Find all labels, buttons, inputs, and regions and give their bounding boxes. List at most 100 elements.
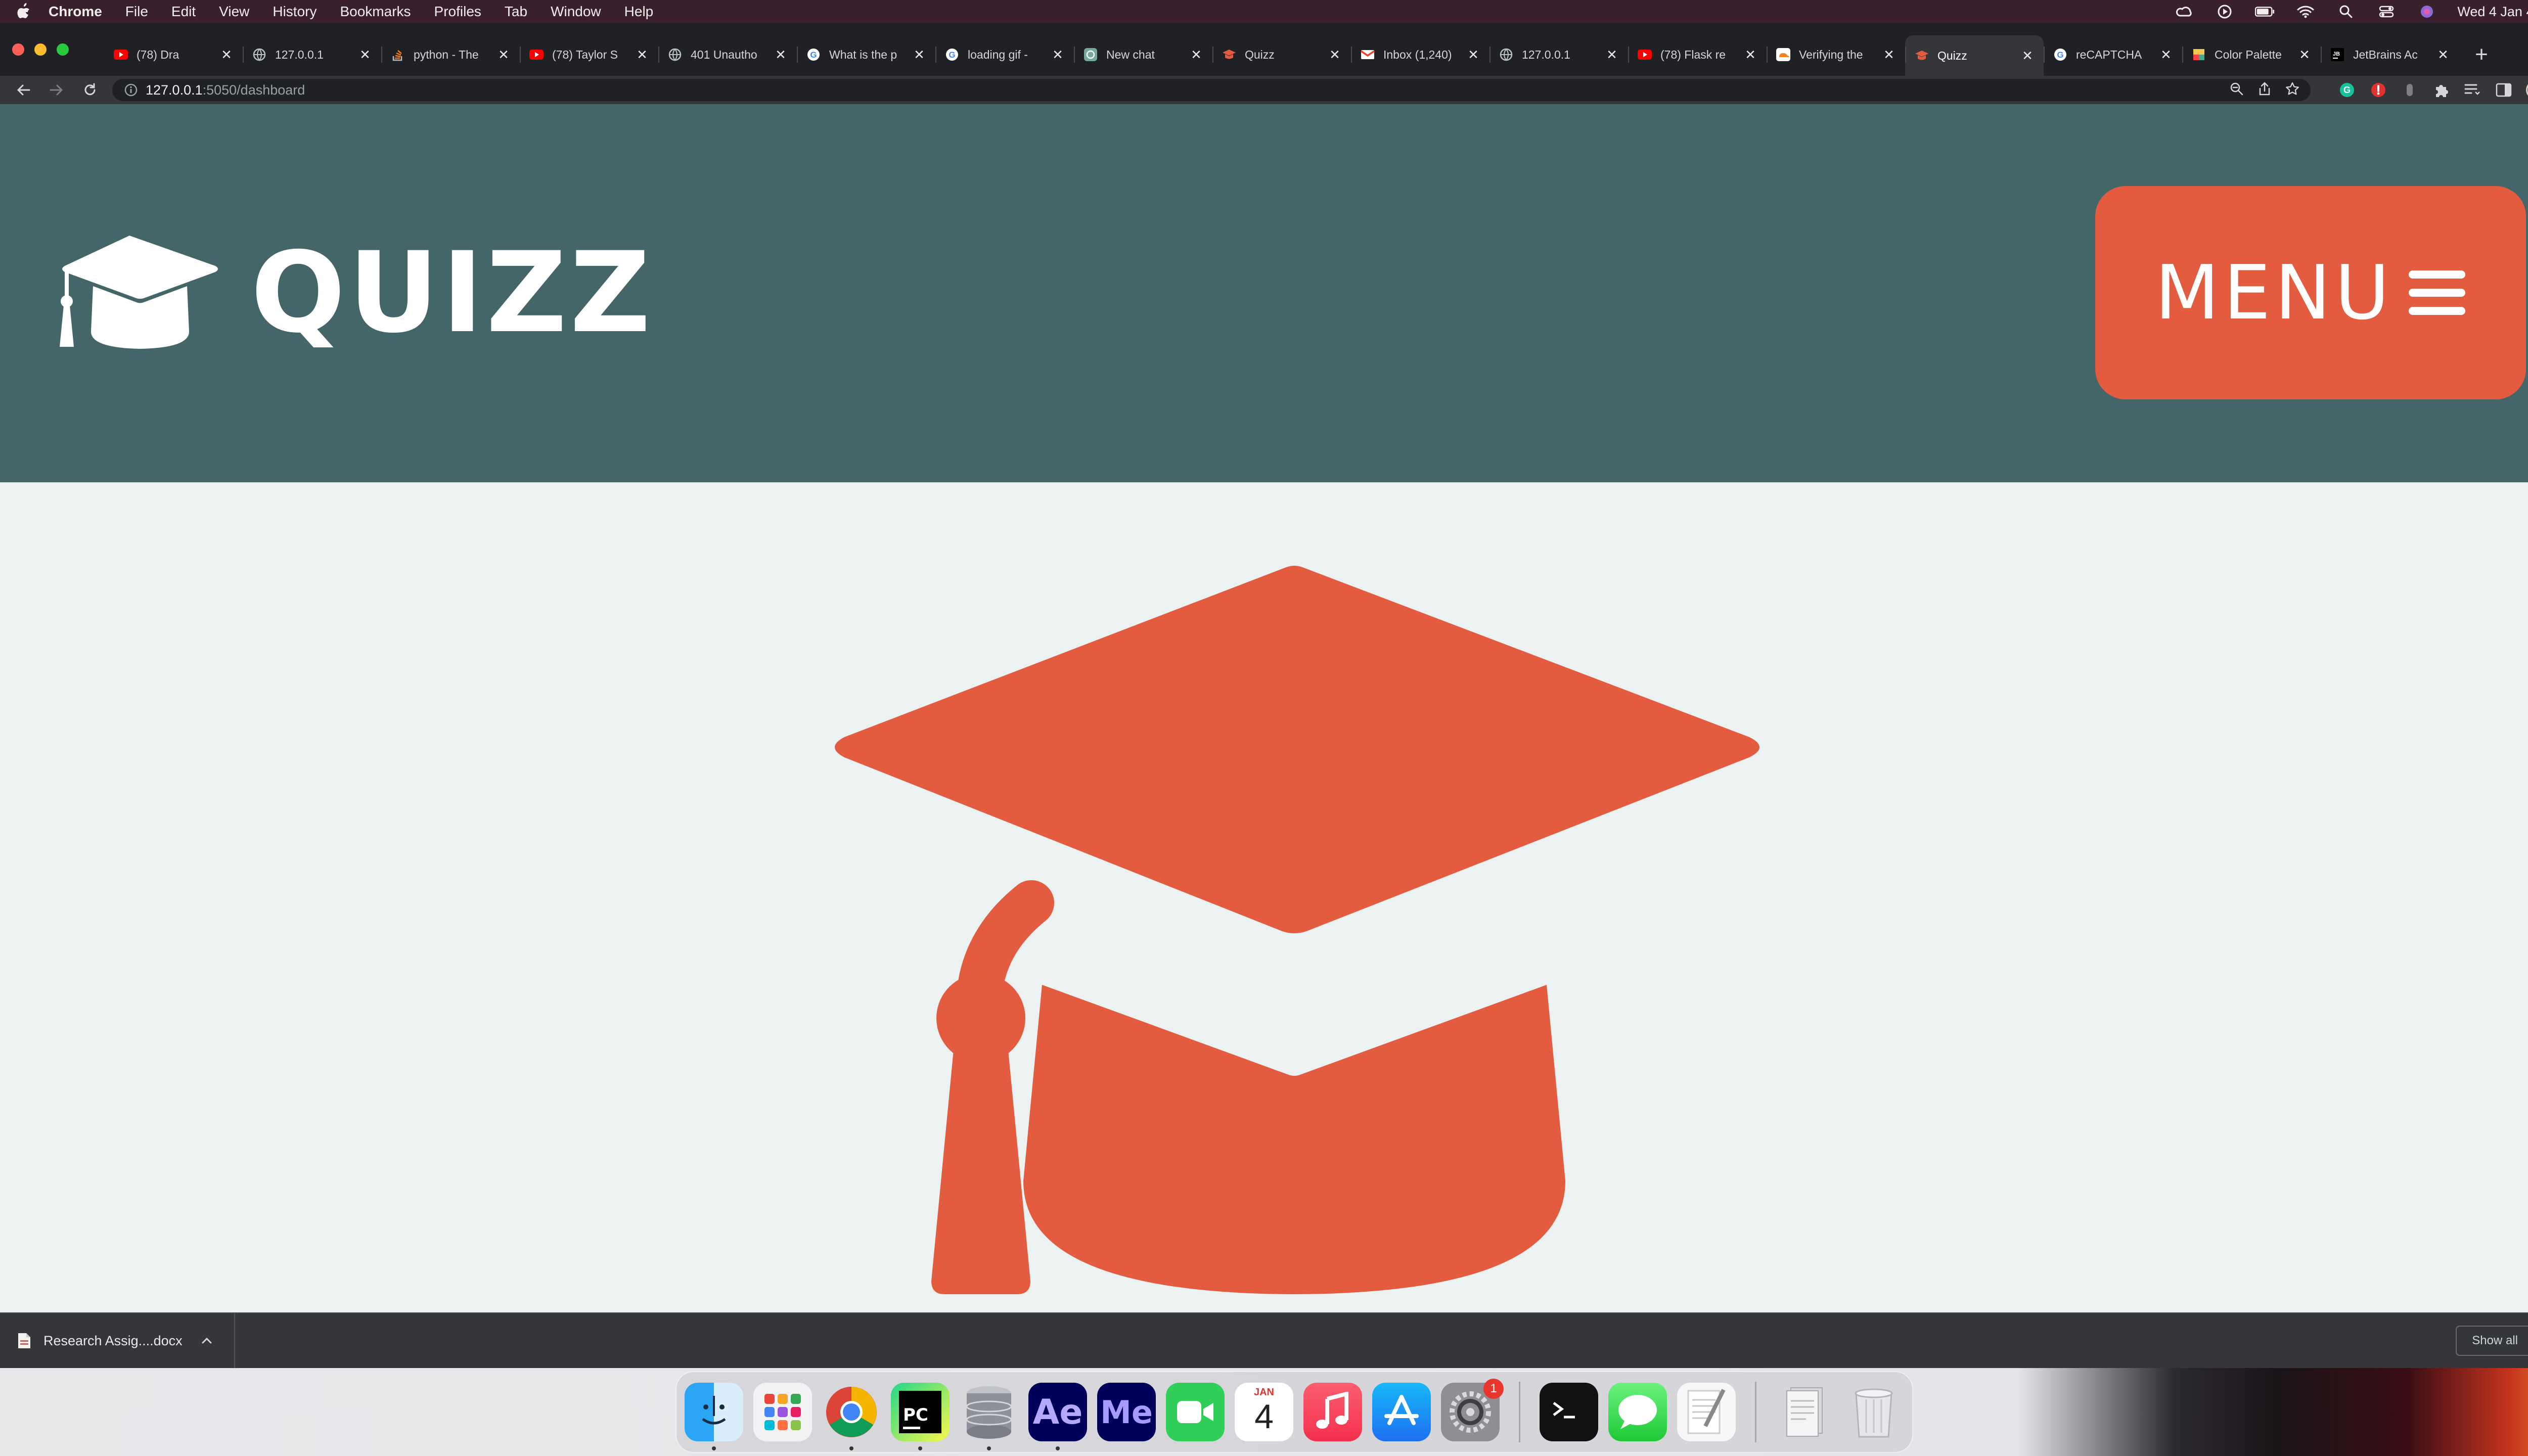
dock-terminal[interactable] bbox=[1540, 1383, 1598, 1441]
close-tab-icon[interactable]: ✕ bbox=[1328, 47, 1342, 62]
close-tab-icon[interactable]: ✕ bbox=[1605, 47, 1619, 62]
tab[interactable]: JB JetBrains Ac ✕ bbox=[2321, 35, 2459, 74]
tab[interactable]: GreCAPTCHA ✕ bbox=[2044, 35, 2182, 74]
tab[interactable]: 401 Unautho ✕ bbox=[658, 35, 797, 74]
tab[interactable]: (78) Dra ✕ bbox=[104, 35, 243, 74]
red-extension-icon[interactable] bbox=[2368, 80, 2388, 100]
battery-icon[interactable] bbox=[2255, 2, 2275, 22]
tab[interactable]: 127.0.0.1 ✕ bbox=[1489, 35, 1628, 74]
spotlight-search-icon[interactable] bbox=[2336, 2, 2356, 22]
close-tab-icon[interactable]: ✕ bbox=[2159, 47, 2173, 62]
apple-logo-icon[interactable] bbox=[13, 2, 33, 22]
menu-bookmarks[interactable]: Bookmarks bbox=[340, 4, 411, 20]
tab[interactable]: Inbox (1,240) ✕ bbox=[1351, 35, 1489, 74]
macos-menu-bar: Chrome File Edit View History Bookmarks … bbox=[0, 0, 2528, 23]
menu-app-name[interactable]: Chrome bbox=[49, 4, 102, 20]
maximize-window-button[interactable] bbox=[57, 43, 69, 56]
close-tab-icon[interactable]: ✕ bbox=[219, 47, 234, 62]
close-tab-icon[interactable]: ✕ bbox=[496, 47, 511, 62]
side-panel-icon[interactable] bbox=[2494, 80, 2514, 100]
menu-view[interactable]: View bbox=[219, 4, 249, 20]
tab[interactable]: python - The ✕ bbox=[381, 35, 520, 74]
download-item[interactable]: Research Assig....docx bbox=[17, 1313, 235, 1369]
reading-list-icon[interactable] bbox=[2462, 80, 2482, 100]
menu-help[interactable]: Help bbox=[624, 4, 654, 20]
close-tab-icon[interactable]: ✕ bbox=[1466, 47, 1480, 62]
menu-button[interactable]: MENU bbox=[2095, 186, 2526, 399]
close-tab-icon[interactable]: ✕ bbox=[1189, 47, 1203, 62]
menu-edit[interactable]: Edit bbox=[171, 4, 196, 20]
creative-cloud-icon[interactable] bbox=[2174, 2, 2194, 22]
screen-record-icon[interactable] bbox=[2215, 2, 2235, 22]
facetime-camera-icon bbox=[1177, 1401, 1213, 1423]
share-icon[interactable] bbox=[2258, 81, 2271, 99]
address-bar[interactable]: 127.0.0.1 :5050/dashboard bbox=[112, 79, 2311, 101]
chevron-up-icon[interactable] bbox=[200, 1334, 214, 1348]
dock-calendar[interactable]: JAN 4 bbox=[1235, 1383, 1293, 1441]
tab[interactable]: New chat ✕ bbox=[1074, 35, 1212, 74]
menu-history[interactable]: History bbox=[273, 4, 317, 20]
menu-file[interactable]: File bbox=[125, 4, 148, 20]
close-tab-icon[interactable]: ✕ bbox=[1051, 47, 1065, 62]
dock-messages[interactable] bbox=[1608, 1383, 1667, 1441]
close-tab-icon[interactable]: ✕ bbox=[2297, 47, 2312, 62]
dock-system-settings[interactable]: 1 bbox=[1441, 1379, 1504, 1441]
tab[interactable]: 127.0.0.1 ✕ bbox=[243, 35, 381, 74]
dock-chrome[interactable] bbox=[822, 1383, 881, 1450]
chrome-logo-icon bbox=[826, 1387, 877, 1437]
dock-music[interactable] bbox=[1303, 1383, 1362, 1441]
close-tab-icon[interactable]: ✕ bbox=[774, 47, 788, 62]
dock-facetime[interactable] bbox=[1166, 1383, 1225, 1441]
grammarly-extension-icon[interactable]: G bbox=[2337, 80, 2357, 100]
siri-icon[interactable] bbox=[2417, 2, 2437, 22]
menu-profiles[interactable]: Profiles bbox=[434, 4, 481, 20]
close-tab-icon[interactable]: ✕ bbox=[358, 47, 372, 62]
dock-textedit[interactable] bbox=[1677, 1383, 1736, 1441]
menu-window[interactable]: Window bbox=[551, 4, 601, 20]
dock-media-encoder[interactable]: Me bbox=[1097, 1383, 1156, 1441]
wifi-icon[interactable] bbox=[2295, 2, 2316, 22]
back-button[interactable] bbox=[12, 79, 34, 101]
tab[interactable]: Quizz ✕ bbox=[1212, 35, 1351, 74]
dim-extension-icon[interactable] bbox=[2400, 80, 2420, 100]
site-logo-link[interactable]: QUIZZ bbox=[60, 235, 654, 351]
site-info-icon[interactable] bbox=[123, 82, 139, 98]
close-tab-icon[interactable]: ✕ bbox=[2436, 47, 2450, 62]
reload-button[interactable] bbox=[79, 79, 101, 101]
extensions-puzzle-icon[interactable] bbox=[2431, 80, 2451, 100]
close-tab-icon[interactable]: ✕ bbox=[2020, 48, 2035, 63]
dock-trash[interactable] bbox=[1844, 1383, 1903, 1441]
tab[interactable]: (78) Flask re ✕ bbox=[1628, 35, 1767, 74]
close-tab-icon[interactable]: ✕ bbox=[635, 47, 649, 62]
control-center-icon[interactable] bbox=[2376, 2, 2397, 22]
globe-icon bbox=[667, 47, 683, 62]
tab[interactable]: Gloading gif - ✕ bbox=[935, 35, 1074, 74]
dock-document-viewer[interactable] bbox=[1776, 1383, 1834, 1441]
forward-button[interactable] bbox=[46, 79, 68, 101]
new-tab-button[interactable]: + bbox=[2466, 35, 2497, 74]
dock-pycharm[interactable]: PC bbox=[891, 1383, 950, 1450]
tab[interactable]: G What is the p ✕ bbox=[797, 35, 935, 74]
tab[interactable]: Color Palette ✕ bbox=[2182, 35, 2321, 74]
pycharm-logo-icon: PC bbox=[899, 1391, 941, 1433]
tab[interactable]: (78) Taylor S ✕ bbox=[520, 35, 658, 74]
close-tab-icon[interactable]: ✕ bbox=[912, 47, 926, 62]
tab-title: New chat bbox=[1106, 48, 1155, 61]
dock-finder[interactable] bbox=[685, 1383, 743, 1450]
dock-after-effects[interactable]: Ae bbox=[1028, 1383, 1087, 1450]
minimize-window-button[interactable] bbox=[34, 43, 47, 56]
dock-app-store[interactable] bbox=[1372, 1383, 1431, 1441]
zoom-icon[interactable] bbox=[2230, 82, 2244, 99]
tab-active[interactable]: Quizz ✕ bbox=[1905, 35, 2044, 76]
menubar-clock[interactable]: Wed 4 Jan 4:51 pm bbox=[2457, 4, 2528, 20]
tab[interactable]: Verifying the ✕ bbox=[1767, 35, 1905, 74]
menu-tab[interactable]: Tab bbox=[505, 4, 527, 20]
dock-launchpad[interactable] bbox=[753, 1383, 812, 1441]
show-all-downloads-button[interactable]: Show all bbox=[2456, 1326, 2528, 1356]
dock-database[interactable] bbox=[960, 1383, 1018, 1450]
close-tab-icon[interactable]: ✕ bbox=[1882, 47, 1896, 62]
profile-avatar[interactable] bbox=[2525, 80, 2528, 100]
close-tab-icon[interactable]: ✕ bbox=[1743, 47, 1757, 62]
bookmark-star-icon[interactable] bbox=[2285, 82, 2299, 99]
close-window-button[interactable] bbox=[12, 43, 24, 56]
